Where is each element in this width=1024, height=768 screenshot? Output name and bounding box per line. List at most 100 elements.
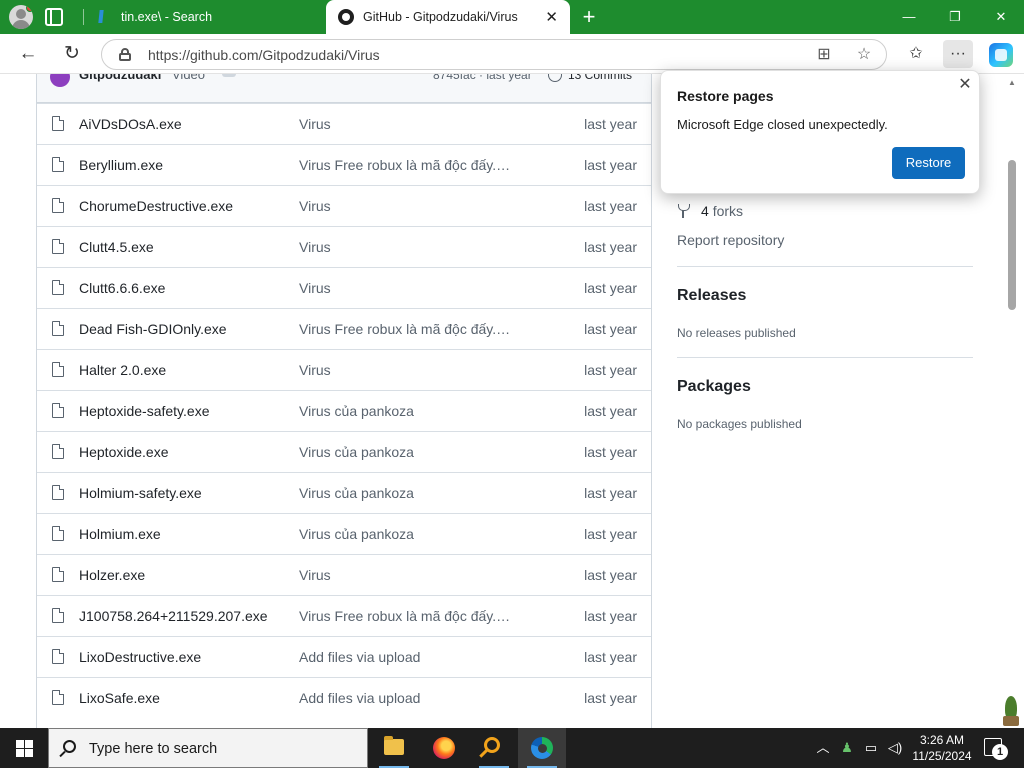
more-menu-icon[interactable]: ··· [943, 40, 973, 68]
commit-message-link[interactable]: Virus Free robux là mã độc đấy.Đ... [299, 608, 517, 624]
file-name-link[interactable]: ChorumeDestructive.exe [79, 198, 233, 214]
table-row[interactable]: LixoDestructive.exe Add files via upload l… [37, 636, 651, 677]
table-row[interactable]: Heptoxide-safety.exe Virus của pankoza las… [37, 390, 651, 431]
taskbar: Type here to search ︿ ♟ ▭ ◁) 3:26 AM 11/… [0, 728, 1024, 768]
app-available-icon[interactable]: ⊞ [815, 46, 833, 64]
github-favicon-icon [338, 9, 354, 25]
avatar[interactable] [50, 74, 70, 87]
show-hidden-icons[interactable]: ︿ [813, 728, 833, 768]
network-icon[interactable]: ▭ [860, 728, 882, 768]
commit-hash[interactable]: 8745fac · last year [433, 74, 532, 82]
maximize-button[interactable]: ❐ [932, 0, 978, 34]
commit-message-link[interactable]: Virus của pankoza [299, 526, 414, 542]
commit-author[interactable]: Gitpodzudaki [79, 74, 161, 82]
commit-message-link[interactable]: Virus [299, 567, 331, 583]
file-icon [52, 157, 64, 172]
file-name-link[interactable]: Holmium.exe [79, 526, 161, 542]
dialog-close-icon[interactable]: ✕ [957, 77, 973, 93]
address-url[interactable]: https://github.com/Gitpodzudaki/Virus [148, 47, 380, 63]
volume-icon[interactable]: ◁) [884, 728, 906, 768]
commit-message-link[interactable]: Virus của pankoza [299, 485, 414, 501]
scroll-up-icon[interactable]: ▲ [1007, 78, 1017, 87]
favorite-star-icon[interactable]: ☆ [855, 46, 873, 64]
file-name-link[interactable]: Clutt6.6.6.exe [79, 280, 165, 296]
file-name-link[interactable]: Dead Fish-GDIOnly.exe [79, 321, 227, 337]
profile-avatar-icon[interactable] [9, 5, 33, 29]
table-row[interactable]: Dead Fish-GDIOnly.exe Virus Free robux là… [37, 308, 651, 349]
commits-link[interactable]: 13 Commits [568, 74, 632, 82]
forks-link[interactable]: 4 forks [677, 203, 743, 219]
file-name-link[interactable]: Heptoxide.exe [79, 444, 169, 460]
commit-message-link[interactable]: Virus [299, 116, 331, 132]
file-icon [52, 116, 64, 131]
commit-message-link[interactable]: Virus Free robux là mã độc đấy.Đ... [299, 321, 517, 337]
file-name-link[interactable]: LixoDestructive.exe [79, 649, 201, 665]
commit-message-link[interactable]: Virus [299, 362, 331, 378]
back-icon[interactable]: ← [16, 42, 40, 66]
address-bar[interactable]: https://github.com/Gitpodzudaki/Virus ⊞ … [101, 39, 887, 70]
commit-message-link[interactable]: Virus [299, 198, 331, 214]
lock-icon[interactable] [119, 48, 131, 61]
close-window-button[interactable]: ✕ [978, 0, 1024, 34]
table-row[interactable]: ChorumeDestructive.exe Virus last year [37, 185, 651, 226]
table-row[interactable]: LixoSafe.exe Add files via upload last yea… [37, 677, 651, 718]
file-icon [52, 239, 64, 254]
file-name-link[interactable]: LixoSafe.exe [79, 690, 160, 706]
commit-message-link[interactable]: Virus của pankoza [299, 444, 414, 460]
tab-close-icon[interactable]: ✕ [545, 10, 558, 25]
refresh-icon[interactable]: ↻ [60, 42, 84, 66]
commit-message[interactable]: Video [172, 74, 205, 82]
table-row[interactable]: AiVDsDOsA.exe Virus last year [37, 103, 651, 144]
windows-start-icon[interactable] [0, 728, 48, 768]
file-name-link[interactable]: Holmium-safety.exe [79, 485, 202, 501]
search-app-icon[interactable] [470, 728, 518, 768]
table-row[interactable]: Clutt4.5.exe Virus last year [37, 226, 651, 267]
file-explorer-icon[interactable] [370, 728, 418, 768]
commit-message-link[interactable]: Virus Free robux là mã độc đấy.Đ... [299, 157, 517, 173]
minimize-button[interactable]: — [886, 0, 932, 34]
file-name-link[interactable]: J100758.264+211529.207.exe [79, 608, 268, 624]
file-icon [52, 649, 64, 664]
taskbar-clock[interactable]: 3:26 AM 11/25/2024 [906, 732, 978, 764]
table-row[interactable]: Holmium.exe Virus của pankoza last year [37, 513, 651, 554]
table-row[interactable]: Beryllium.exe Virus Free robux là mã độc … [37, 144, 651, 185]
file-name-link[interactable]: Beryllium.exe [79, 157, 163, 173]
commit-message-link[interactable]: Add files via upload [299, 649, 420, 665]
new-tab-button[interactable]: + [578, 5, 600, 29]
copilot-icon[interactable] [989, 43, 1013, 67]
commit-message-link[interactable]: Add files via upload [299, 690, 420, 706]
table-row[interactable]: Holmium-safety.exe Virus của pankoza last … [37, 472, 651, 513]
file-icon [52, 608, 64, 623]
tab-github[interactable]: GitHub - Gitpodzudaki/Virus ✕ [326, 0, 570, 34]
table-row[interactable]: Halter 2.0.exe Virus last year [37, 349, 651, 390]
user-status-icon[interactable]: ♟ [836, 728, 858, 768]
commit-message-link[interactable]: Virus [299, 280, 331, 296]
releases-note: No releases published [677, 326, 796, 340]
commit-message-link[interactable]: Virus của pankoza [299, 403, 414, 419]
file-name-link[interactable]: Holzer.exe [79, 567, 145, 583]
tab-actions-icon[interactable] [45, 8, 63, 26]
restore-button[interactable]: Restore [892, 147, 965, 179]
table-row[interactable]: Holzer.exe Virus last year [37, 554, 651, 595]
file-name-link[interactable]: AiVDsDOsA.exe [79, 116, 182, 132]
file-name-link[interactable]: Clutt4.5.exe [79, 239, 154, 255]
file-name-link[interactable]: Heptoxide-safety.exe [79, 403, 209, 419]
file-name-link[interactable]: Halter 2.0.exe [79, 362, 166, 378]
expand-message-icon[interactable] [222, 74, 236, 77]
releases-heading[interactable]: Releases [677, 287, 746, 305]
taskbar-search-box[interactable]: Type here to search [48, 728, 368, 768]
table-row[interactable]: Heptoxide.exe Virus của pankoza last year [37, 431, 651, 472]
report-repository-link[interactable]: Report repository [677, 232, 784, 248]
packages-heading[interactable]: Packages [677, 378, 751, 396]
commit-message-link[interactable]: Virus [299, 239, 331, 255]
table-row[interactable]: J100758.264+211529.207.exe Virus Free rob… [37, 595, 651, 636]
tab-search[interactable]: tin.exe\ - Search [84, 0, 326, 34]
firefox-icon[interactable] [420, 728, 468, 768]
commit-date: last year [584, 526, 637, 542]
commit-date: last year [584, 690, 637, 706]
scrollbar-thumb[interactable] [1008, 160, 1016, 310]
file-icon [52, 444, 64, 459]
favorites-icon[interactable]: ✩ [901, 40, 931, 68]
table-row[interactable]: Clutt6.6.6.exe Virus last year [37, 267, 651, 308]
edge-icon[interactable] [518, 728, 566, 768]
